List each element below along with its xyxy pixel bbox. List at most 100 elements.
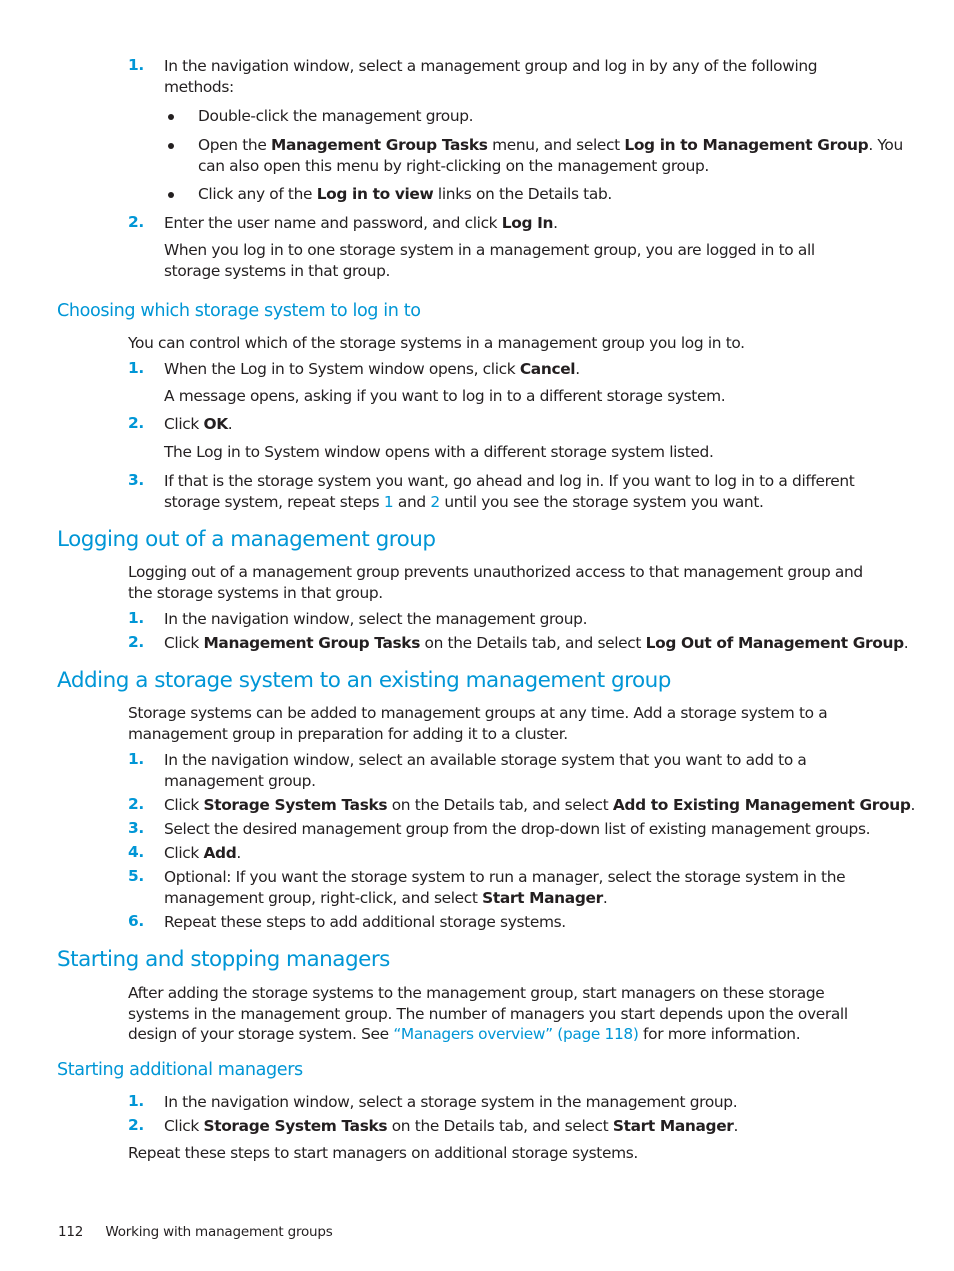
section-intro-line: Storage systems can be added to manageme… — [128, 704, 828, 722]
bullet-text: Click any of the Log in to view links on… — [198, 184, 612, 205]
ui-term: Management Group Tasks — [271, 136, 488, 154]
step-number: 1. — [128, 1092, 144, 1110]
step-text-span: In the navigation window, select an avai… — [164, 751, 807, 769]
step-number: 3. — [128, 471, 144, 489]
step-text: Select the desired management group from… — [164, 820, 871, 838]
step-text-span: . — [553, 214, 558, 232]
section-intro-line: the storage systems in that group. — [128, 584, 383, 602]
bullet-icon — [168, 114, 174, 120]
step-number: 1. — [128, 56, 144, 74]
step-text-span: . — [910, 796, 916, 814]
bullet-text-span: menu, and select — [487, 136, 625, 154]
step-text-line: methods: — [164, 78, 234, 96]
step-text-span: . — [903, 634, 909, 652]
section-intro-line: management group in preparation for addi… — [128, 725, 568, 743]
ui-term: Add — [203, 844, 237, 862]
step-note: When you log in to one storage system in… — [164, 240, 815, 282]
section-intro-line: Logging out of a management group preven… — [128, 563, 863, 581]
step-number: 6. — [128, 912, 144, 930]
bullet-text-span: Open the — [198, 136, 271, 154]
step-text-span: Optional: If you want the storage system… — [164, 868, 846, 886]
step-text-span: management group, right-click, and selec… — [164, 889, 483, 907]
step-text: In the navigation window, select a manag… — [164, 56, 818, 98]
managers-overview-link[interactable]: “Managers overview” (page 118) — [393, 1025, 639, 1043]
ui-term: Log in to view — [316, 185, 434, 203]
step-text-span: Click — [164, 1117, 204, 1135]
bullet-text-span: links on the Details tab. — [433, 185, 612, 203]
section-heading-logout: Logging out of a management group — [57, 527, 436, 552]
step-text-span: . — [236, 844, 241, 862]
ui-term: Storage System Tasks — [203, 1117, 388, 1135]
section-intro: You can control which of the storage sys… — [128, 334, 745, 352]
step-number: 2. — [128, 213, 144, 231]
bullet-text-span: Double-click the management group. — [198, 107, 474, 125]
section-intro: Storage systems can be added to manageme… — [128, 703, 828, 745]
section-closing: Repeat these steps to start managers on … — [128, 1144, 638, 1162]
step-number: 2. — [128, 414, 144, 432]
step-text-span: on the Details tab, and select — [387, 1117, 613, 1135]
step-text: Enter the user name and password, and cl… — [164, 213, 558, 234]
step-text-span: Enter the user name and password, and cl… — [164, 214, 502, 232]
step-number: 2. — [128, 795, 144, 813]
step-text: Click Management Group Tasks on the Deta… — [164, 633, 909, 654]
step-text: In the navigation window, select the man… — [164, 610, 588, 628]
step-text: In the navigation window, select a stora… — [164, 1093, 738, 1111]
step-text: In the navigation window, select an avai… — [164, 750, 807, 792]
ui-term: Log In — [501, 214, 554, 232]
step-number: 3. — [128, 819, 144, 837]
section-intro-line: design of your storage system. See — [128, 1025, 394, 1043]
step-text: Click Add. — [164, 843, 241, 864]
step-text-span: management group. — [164, 772, 316, 790]
step-text-span: storage system, repeat steps — [164, 493, 384, 511]
step-number: 1. — [128, 750, 144, 768]
step-text: If that is the storage system you want, … — [164, 471, 855, 513]
step-text: Repeat these steps to add additional sto… — [164, 913, 566, 931]
section-heading-choosing: Choosing which storage system to log in … — [57, 301, 421, 321]
step-text-span: . — [733, 1117, 739, 1135]
step-text: Click OK. — [164, 414, 233, 435]
step-number: 5. — [128, 867, 144, 885]
section-heading-adding: Adding a storage system to an existing m… — [57, 668, 671, 693]
section-heading-additional: Starting additional managers — [57, 1060, 303, 1080]
bullet-icon — [168, 192, 174, 198]
step-text-span: If that is the storage system you want, … — [164, 472, 855, 490]
step-text-span: until you see the storage system you wan… — [439, 493, 764, 511]
ui-term: Storage System Tasks — [203, 796, 388, 814]
ui-term: OK — [203, 415, 228, 433]
section-intro: After adding the storage systems to the … — [128, 983, 848, 1045]
bullet-icon — [168, 143, 174, 149]
bullet-text: Double-click the management group. — [198, 106, 474, 127]
bullet-text-span: Click any of the — [198, 185, 317, 203]
step-text-span: Click — [164, 796, 204, 814]
step-number: 2. — [128, 633, 144, 651]
step-text-span: Click — [164, 415, 204, 433]
ui-term: Start Manager — [482, 889, 603, 907]
section-intro: Logging out of a management group preven… — [128, 562, 863, 604]
step-link-2[interactable]: 2 — [430, 493, 440, 511]
step-text: Optional: If you want the storage system… — [164, 867, 846, 909]
page-footer: 112 Working with management groups — [58, 1224, 333, 1240]
ui-term: Log Out of Management Group — [645, 634, 904, 652]
step-text: Click Storage System Tasks on the Detail… — [164, 795, 915, 816]
step-link-1[interactable]: 1 — [384, 493, 394, 511]
chapter-title: Working with management groups — [105, 1224, 333, 1240]
bullet-text-span: can also open this menu by right-clickin… — [198, 157, 709, 175]
step-text-span: When the Log in to System window opens, … — [164, 360, 520, 378]
step-number: 1. — [128, 359, 144, 377]
section-intro-line: for more information. — [638, 1025, 801, 1043]
step-text-span: on the Details tab, and select — [387, 796, 613, 814]
step-text-span: . — [227, 415, 233, 433]
ui-term: Add to Existing Management Group — [612, 796, 911, 814]
step-note: A message opens, asking if you want to l… — [164, 387, 726, 405]
ui-term: Start Manager — [612, 1117, 734, 1135]
step-text-span: . — [602, 889, 608, 907]
section-intro-line: After adding the storage systems to the … — [128, 984, 825, 1002]
step-note-line: storage systems in that group. — [164, 262, 391, 280]
step-text-line: In the navigation window, select a manag… — [164, 57, 818, 75]
bullet-text: Open the Management Group Tasks menu, an… — [198, 135, 903, 177]
step-number: 2. — [128, 1116, 144, 1134]
bullet-text-span: . You — [868, 136, 903, 154]
ui-term: Log in to Management Group — [624, 136, 869, 154]
step-note: The Log in to System window opens with a… — [164, 443, 714, 461]
step-number: 4. — [128, 843, 144, 861]
